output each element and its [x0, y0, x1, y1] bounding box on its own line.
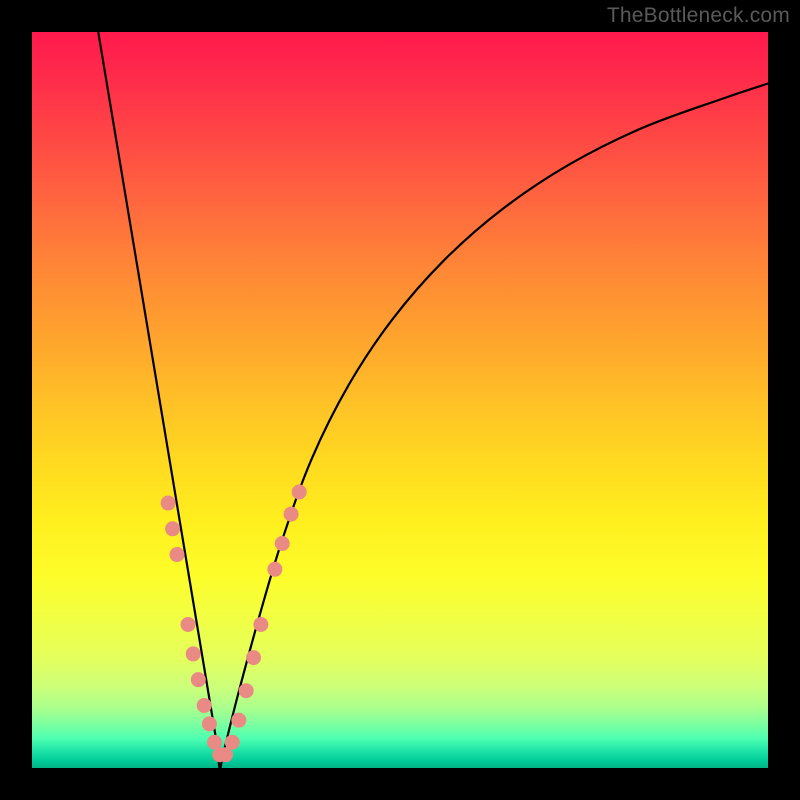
data-marker [202, 716, 217, 731]
data-marker [191, 672, 206, 687]
data-marker [284, 507, 299, 522]
watermark-text: TheBottleneck.com [607, 4, 790, 28]
curve-layer [32, 32, 768, 768]
data-marker [275, 536, 290, 551]
data-marker [246, 650, 261, 665]
data-marker [239, 683, 254, 698]
data-marker [165, 521, 180, 536]
data-marker [253, 617, 268, 632]
data-marker [161, 496, 176, 511]
data-marker [186, 646, 201, 661]
data-marker [169, 547, 184, 562]
data-marker [292, 485, 307, 500]
data-marker [225, 735, 240, 750]
data-marker [267, 562, 282, 577]
plot-area [32, 32, 768, 768]
data-marker [231, 713, 246, 728]
chart-frame: TheBottleneck.com [0, 0, 800, 800]
data-marker [197, 698, 212, 713]
data-marker [181, 617, 196, 632]
